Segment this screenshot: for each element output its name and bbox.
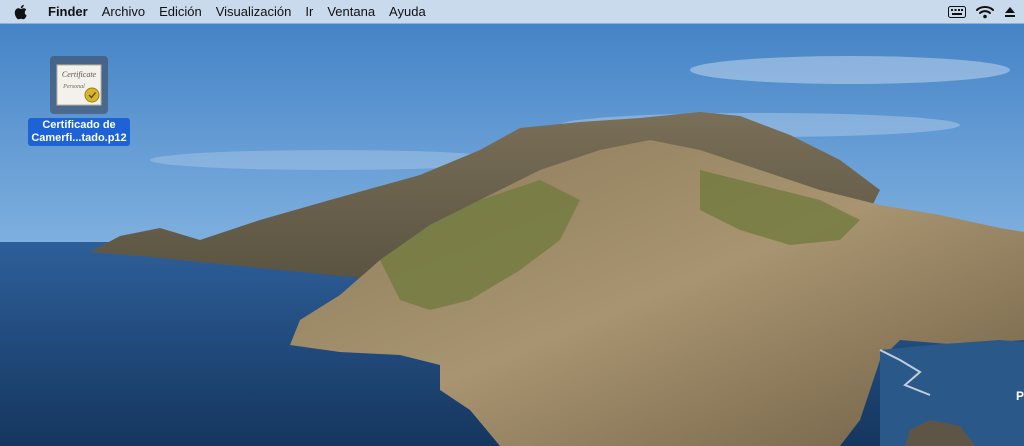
eject-icon[interactable] bbox=[1004, 6, 1016, 18]
certificate-thumb-title: Certificate bbox=[62, 70, 97, 79]
certificate-file-icon[interactable]: Certificate Personal bbox=[50, 56, 108, 114]
wallpaper-island-scene bbox=[0, 0, 1024, 446]
wifi-icon[interactable] bbox=[976, 5, 994, 19]
desktop-wallpaper bbox=[0, 0, 1024, 446]
menu-ir[interactable]: Ir bbox=[298, 0, 320, 24]
certificate-thumb-subtitle: Personal bbox=[62, 84, 85, 90]
menu-edicion[interactable]: Edición bbox=[152, 0, 209, 24]
menu-archivo[interactable]: Archivo bbox=[95, 0, 152, 24]
apple-logo-icon[interactable] bbox=[12, 3, 30, 21]
keyboard-input-icon[interactable] bbox=[948, 6, 966, 18]
status-area bbox=[948, 0, 1016, 24]
file-name-label[interactable]: Certificado de Camerfi...tado.p12 bbox=[28, 118, 130, 146]
menu-visualizacion[interactable]: Visualización bbox=[209, 0, 299, 24]
menu-ventana[interactable]: Ventana bbox=[320, 0, 382, 24]
menu-bar: Finder Archivo Edición Visualización Ir … bbox=[0, 0, 1024, 24]
menu-finder[interactable]: Finder bbox=[44, 0, 95, 24]
desktop-file-certificate[interactable]: Certificate Personal Certificado de Came… bbox=[24, 56, 134, 146]
partial-desktop-item-label: P bbox=[1015, 389, 1024, 403]
menu-ayuda[interactable]: Ayuda bbox=[382, 0, 433, 24]
